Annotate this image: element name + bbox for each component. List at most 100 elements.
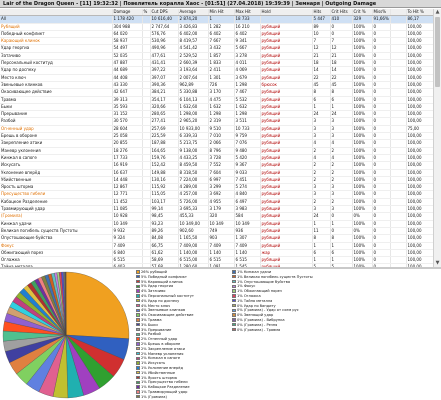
table-row[interactable]: Пресущество гибели 12 771 115,05 4 257,00 3 … — [0, 190, 433, 199]
table-row[interactable]: Травмирующий удар 11 085 99,14 3 695,33 3 17… — [0, 205, 433, 214]
table-row[interactable]: Удар георгиа 54 497 490,96 4 541,42 3 432 5 6… — [0, 44, 433, 53]
legend-label: Место ключ — [147, 303, 171, 308]
table-row[interactable]: Кинжал в сапоге 17 733 159,76 4 433,25 3 728… — [0, 154, 433, 163]
cell-hits: 3 — [312, 117, 331, 126]
damage-table-container[interactable]: Damage% Cut DPS Average Min Hit Max Hit Hold H… — [0, 9, 433, 267]
legend-percent: 4% — [141, 313, 148, 318]
column-header-4[interactable]: Average — [178, 9, 209, 17]
cell-name: Оглажка — [0, 256, 113, 265]
table-row[interactable]: Окасивающее действие 42 647 384,21 5 330,88… — [0, 88, 433, 97]
table-row[interactable]: Огненный удар 28 604 257,69 10 933,00 9 510 1… — [0, 125, 433, 134]
cell-dps: 530,96 — [150, 37, 179, 46]
table-row[interactable]: Маневр уклонения 18 276 164,65 9 138,00 8 79… — [0, 147, 433, 155]
table-row[interactable]: Искусать 16 919 152,42 8 459,50 7 552 9 367 ру… — [0, 161, 433, 170]
table-row[interactable]: Брешь в обороне 25 058 225,59 6 339,33 7 010… — [0, 132, 433, 141]
table-row[interactable]: Уклонение вперёд 16 637 149,88 8 318,50 7 60… — [0, 169, 433, 177]
cell-x — [390, 117, 407, 126]
column-header-10[interactable]: Crit % — [352, 9, 373, 17]
column-header-6[interactable]: Max Hit — [234, 9, 261, 17]
table-row[interactable]: Ярость шторма 12 867 115,92 4 289,00 3 299 5 … — [0, 183, 433, 192]
cell-max: 9 033 — [234, 169, 261, 177]
table-row[interactable]: Быки 35 593 320,66 1 632,60 1 632 1 632 рубящи… — [0, 103, 433, 112]
column-header-8[interactable]: Hits — [312, 9, 331, 17]
table-row[interactable]: All 1 178 420 10 616,40 2 874,20 1 18 733 5 44… — [0, 15, 433, 24]
column-header-0[interactable] — [0, 9, 113, 17]
scrollbar-thumb[interactable] — [435, 17, 440, 87]
table-row[interactable]: Оглажка 6 515 58,69 6 515,00 6 515 6 515 рубящ… — [0, 256, 433, 265]
column-header-2[interactable]: % — [142, 9, 151, 17]
legend-percent: 5% — [141, 284, 148, 289]
cell-crits: 2 — [330, 198, 353, 207]
table-row[interactable]: Звеньевые клинков 43 330 390,36 962,89 726 1 … — [0, 81, 433, 90]
cell-dps: 98,45 — [150, 212, 179, 221]
table-row[interactable]: Травма 39 313 354,17 6 104,13 4 475 5 532 рубя… — [0, 96, 433, 104]
scroll-down-arrow-icon[interactable]: ▼ — [434, 260, 441, 267]
table-row[interactable]: Карающий клинок 58 937 530,96 8 419,57 7 667… — [0, 37, 433, 46]
cell-miss: 0 — [372, 227, 391, 236]
table-row[interactable]: Рубящий 304 988 2 747,64 3 426,83 1 282 16 21… — [0, 23, 433, 31]
cell-x — [390, 176, 407, 185]
table-row[interactable]: Кинжал удачи 10 349 93,23 10 349,00 10 349 10… — [0, 220, 433, 228]
vertical-scrollbar[interactable]: ▲ ▼ — [433, 9, 441, 267]
table-row[interactable]: Затачиво 52 035 477,61 2 529,52 1 857 3 278 ру… — [0, 52, 433, 61]
cell-pct — [142, 139, 151, 148]
column-header-3[interactable]: Cut DPS — [150, 9, 179, 17]
table-row[interactable]: Разбой 30 570 277,41 2 965,20 2 319 3 511 рубя… — [0, 117, 433, 126]
table-row[interactable]: Кабацкое Разделение 11 452 103,17 5 726,00 4… — [0, 198, 433, 207]
column-header-13[interactable]: To Hit % — [406, 9, 433, 17]
cell-crits: 1 — [330, 220, 353, 228]
legend-swatch — [232, 294, 236, 298]
cell-miss: 0 — [372, 161, 391, 170]
cell-tohit: 100,00 — [406, 81, 433, 90]
table-row[interactable]: Прерывание 31 152 280,65 1 298,00 1 298 1 298… — [0, 110, 433, 119]
cell-min: 749 — [208, 227, 235, 236]
scroll-up-arrow-icon[interactable]: ▲ — [434, 9, 441, 16]
cell-dps: 115,05 — [150, 190, 179, 199]
cell-pct — [142, 256, 151, 265]
column-header-11[interactable]: Miss% — [372, 9, 391, 17]
cell-min: 1 140 — [208, 249, 235, 258]
table-row[interactable]: Опустошающие буйства 9 324 84,08 1 165,50 90… — [0, 234, 433, 243]
table-row[interactable]: Фокус 7 409 66,75 7 409,00 7 409 7 409 рубящий… — [0, 242, 433, 250]
cell-max: 3 983 — [234, 205, 261, 214]
legend-swatch — [136, 375, 140, 380]
cell-crits: 4 — [330, 139, 353, 148]
cell-avg: 2 965,20 — [178, 117, 209, 126]
table-row[interactable]: Победный конфликт 64 020 576,76 6 402,00 6 4… — [0, 30, 433, 39]
cell-max: 7 451 — [234, 176, 261, 185]
cell-tohit: 100,00 — [406, 44, 433, 53]
cell-hold: рубящий — [260, 125, 313, 134]
table-row[interactable]: Персональный коституд 47 887 431,41 2 660,3… — [0, 59, 433, 68]
legend-label: Удар по бандиту — [243, 303, 276, 308]
table-row[interactable]: Убийственные 14 448 130,16 7 224,00 6 997 7 4… — [0, 176, 433, 185]
cell-tohit: 100,00 — [406, 52, 433, 61]
cell-x — [390, 74, 407, 82]
column-header-1[interactable]: Damage — [112, 9, 143, 17]
cell-crits: 3 — [330, 125, 353, 134]
cell-miss: 0 — [372, 96, 391, 104]
cell-crits: 1 — [330, 242, 353, 250]
cell-dps: 225,59 — [150, 132, 179, 141]
cell-crits: 410 — [330, 15, 353, 24]
cell-miss: 0 — [372, 139, 391, 148]
cell-avg: 1 632,60 — [178, 103, 209, 112]
cell-critp: 0% — [352, 212, 373, 221]
cell-damage: 16 919 — [112, 161, 143, 170]
table-row[interactable]: Обжигающий порез 6 840 61,62 1 140,00 1 140 1… — [0, 249, 433, 258]
table-row[interactable]: Закрепление атаки 20 855 187,88 5 213,75 2 0… — [0, 139, 433, 148]
table-row[interactable]: Место ключ 44 408 397,07 2 007,64 1 301 3 679… — [0, 74, 433, 82]
cell-name: Маневр уклонения — [0, 147, 113, 155]
column-header-9[interactable]: Crit Hits — [330, 9, 353, 17]
table-row[interactable]: (Громила) 10 928 98,45 455,33 320 584 рубящий 2… — [0, 212, 433, 221]
column-header-12[interactable] — [390, 9, 407, 17]
cell-miss: 0 — [372, 234, 391, 243]
column-header-7[interactable]: Hold — [260, 9, 313, 17]
table-row[interactable]: Удар по доспеху 44 689 397,22 3 193,64 2 411… — [0, 66, 433, 75]
cell-x — [390, 212, 407, 221]
column-header-5[interactable]: Min Hit — [208, 9, 235, 17]
legend-percent: 1% — [141, 361, 148, 366]
cell-max: 18 733 — [234, 15, 261, 24]
legend-swatch — [136, 371, 140, 375]
table-row[interactable]: Великая погибель существ Пустоты 9 932 89,… — [0, 227, 433, 236]
legend-label: Искусать — [147, 361, 166, 366]
